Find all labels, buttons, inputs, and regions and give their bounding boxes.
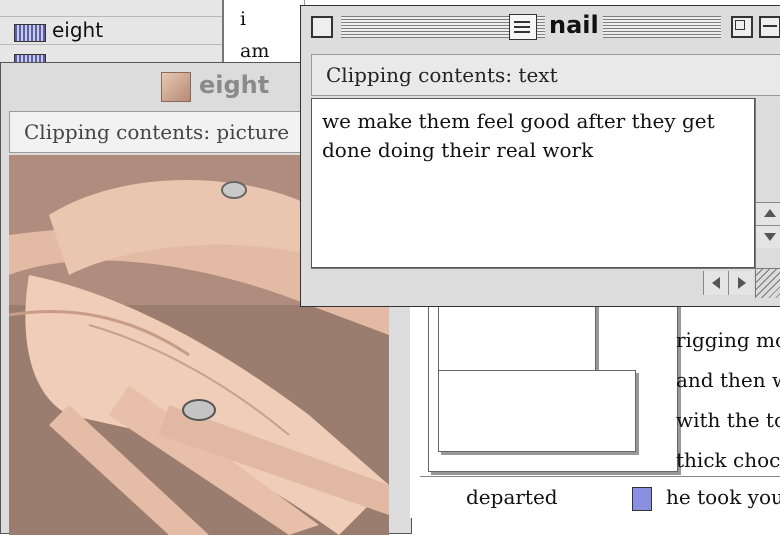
clipping-contents-label: Clipping contents: picture: [24, 120, 290, 144]
finder-row-partial[interactable]: [0, 0, 222, 17]
scroll-down-button[interactable]: [756, 225, 780, 248]
list-cell-right: he took you: [666, 485, 780, 509]
scroll-left-button[interactable]: [703, 271, 728, 295]
finder-list-window: eight: [0, 0, 224, 73]
window-titlebar[interactable]: nail: [301, 6, 780, 50]
list-row[interactable]: departed he took you: [420, 476, 780, 519]
vertical-scrollbar[interactable]: [755, 98, 780, 268]
nested-window-frame: [438, 370, 636, 452]
finder-row-eight[interactable]: eight: [0, 16, 222, 45]
clipping-text: we make them feel good after they get do…: [322, 109, 715, 162]
clipping-text-area[interactable]: we make them feel good after they get do…: [311, 98, 755, 268]
horizontal-scrollbar[interactable]: [311, 268, 755, 298]
collapse-box-icon[interactable]: [759, 16, 780, 38]
zoom-box-icon[interactable]: [731, 16, 753, 38]
text-line: am: [240, 40, 270, 62]
arrow-up-icon: [764, 209, 776, 217]
window-title: nail: [545, 11, 603, 39]
finder-item-label: eight: [52, 18, 104, 42]
text-line: i: [240, 8, 247, 30]
document-line: with the to: [676, 408, 780, 432]
scroll-right-button[interactable]: [728, 271, 753, 295]
arrow-right-icon: [738, 277, 746, 289]
picture-clipping-icon: [14, 24, 46, 42]
clipping-contents-header: Clipping contents: text: [311, 54, 780, 96]
clipping-contents-label: Clipping contents: text: [326, 63, 558, 87]
resize-grip-icon[interactable]: [755, 268, 780, 298]
scroll-up-button[interactable]: [756, 202, 780, 225]
nested-window-frame: [438, 300, 596, 372]
document-line: rigging mo: [676, 328, 780, 352]
text-clipping-icon: [509, 14, 537, 40]
list-cell-left: departed: [466, 485, 558, 509]
window-title: eight: [199, 71, 270, 99]
document-line: and then w: [676, 368, 780, 392]
picture-clipping-icon: [161, 72, 191, 102]
document-icon: [632, 487, 652, 511]
background-text-column: i am: [224, 0, 305, 70]
document-line: thick choco: [676, 448, 780, 472]
close-box-icon[interactable]: [311, 16, 333, 38]
nail-clipping-window: nail Clipping contents: text we make the…: [300, 5, 780, 307]
arrow-down-icon: [764, 233, 776, 241]
arrow-left-icon: [712, 277, 720, 289]
